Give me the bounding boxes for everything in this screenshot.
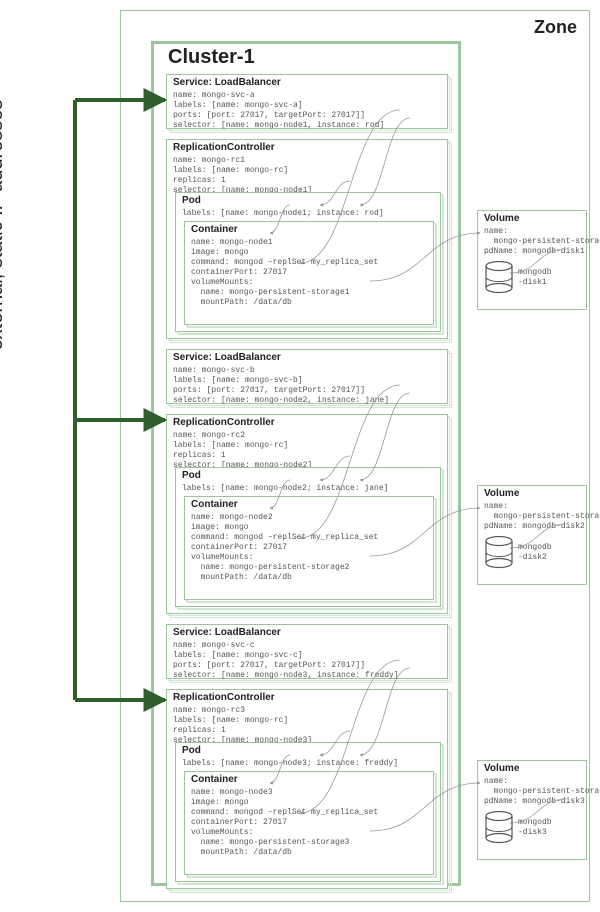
replicationcontroller-box-1-line: labels: [name: mongo-rc] — [173, 166, 441, 176]
service-box-2-line: selector: [name: mongo-node2, instance: … — [173, 396, 441, 406]
container-box-1: Containername: mongo-node1image: mongoco… — [184, 221, 434, 325]
replicationcontroller-box-3-line: replicas: 1 — [173, 726, 441, 736]
container-box-1-line: name: mongo-node1 — [191, 238, 427, 248]
pod-box-3-title: Pod — [182, 745, 434, 758]
container-box-3-line: volumeMounts: — [191, 828, 427, 838]
service-box-1-line: ports: [port: 27017, targetPort: 27017]] — [173, 111, 441, 121]
container-box-2-line: mountPath: /data/db — [191, 573, 427, 583]
side-caption: Internal Replica Set messaging uses exte… — [0, 0, 8, 460]
volume-box-2-line: pdName: mongodb-disk2 — [484, 522, 580, 532]
container-box-3-line: command: mongod –replSet my_replica_set — [191, 808, 427, 818]
service-box-1-line: labels: [name: mongo-svc-a] — [173, 101, 441, 111]
container-box-2-line: volumeMounts: — [191, 553, 427, 563]
pod-box-2-line: labels: [name: mongo-node2; instance: ja… — [182, 484, 434, 494]
volume-box-2-line: name: — [484, 502, 580, 512]
container-box-1-line: command: mongod –replSet my_replica_set — [191, 258, 427, 268]
volume-box-1: Volumename: mongo-persistent-storage1pdN… — [477, 210, 587, 310]
replicationcontroller-box-2-line: replicas: 1 — [173, 451, 441, 461]
container-box-3-line: mountPath: /data/db — [191, 848, 427, 858]
zone-label: Zone — [534, 17, 577, 38]
volume-box-3-line: name: — [484, 777, 580, 787]
container-box-3-line: image: mongo — [191, 798, 427, 808]
pod-box-1: Podlabels: [name: mongo-node1; instance:… — [175, 192, 441, 332]
volume-box-3-line: pdName: mongodb-disk3 — [484, 797, 580, 807]
volume-box-2-line: mongo-persistent-storage2 — [484, 512, 580, 522]
service-box-1-line: selector: [name: mongo-node1, instance: … — [173, 121, 441, 131]
container-box-2-line: command: mongod –replSet my_replica_set — [191, 533, 427, 543]
volume-box-3-title: Volume — [484, 763, 580, 776]
service-box-3-line: labels: [name: mongo-svc-c] — [173, 651, 441, 661]
container-box-2-line: containerPort: 27017 — [191, 543, 427, 553]
container-box-3-line: name: mongo-persistent-storage3 — [191, 838, 427, 848]
volume-box-3: Volumename: mongo-persistent-storage3pdN… — [477, 760, 587, 860]
side-caption-line2: external, static IP addresses — [0, 0, 8, 460]
disk-label: mongodb-disk3 — [518, 818, 552, 838]
service-box-2-line: ports: [port: 27017, targetPort: 27017]] — [173, 386, 441, 396]
disk-label: mongodb-disk1 — [518, 268, 552, 288]
volume-box-1-title: Volume — [484, 213, 580, 226]
pod-box-1-line: labels: [name: mongo-node1; instance: ro… — [182, 209, 434, 219]
service-box-1-line: name: mongo-svc-a — [173, 91, 441, 101]
zone-region: Zone Cluster-1 Service: LoadBalancername… — [120, 10, 590, 902]
volume-box-1-line: mongo-persistent-storage1 — [484, 237, 580, 247]
container-box-2-line: image: mongo — [191, 523, 427, 533]
service-box-2-line: name: mongo-svc-b — [173, 366, 441, 376]
pod-box-2-title: Pod — [182, 470, 434, 483]
disk-label: mongodb-disk2 — [518, 543, 552, 563]
replicationcontroller-box-2: ReplicationControllername: mongo-rc2labe… — [166, 414, 448, 614]
container-box-3: Containername: mongo-node3image: mongoco… — [184, 771, 434, 875]
service-box-2-line: labels: [name: mongo-svc-b] — [173, 376, 441, 386]
volume-box-3-line: mongo-persistent-storage3 — [484, 787, 580, 797]
service-box-1: Service: LoadBalancername: mongo-svc-ala… — [166, 74, 448, 129]
container-box-3-line: containerPort: 27017 — [191, 818, 427, 828]
container-box-1-line: mountPath: /data/db — [191, 298, 427, 308]
service-box-3-line: ports: [port: 27017, targetPort: 27017]] — [173, 661, 441, 671]
service-box-3-title: Service: LoadBalancer — [173, 627, 441, 640]
service-box-2-title: Service: LoadBalancer — [173, 352, 441, 365]
container-box-2-line: name: mongo-persistent-storage2 — [191, 563, 427, 573]
container-box-3-line: name: mongo-node3 — [191, 788, 427, 798]
container-box-1-line: containerPort: 27017 — [191, 268, 427, 278]
container-box-1-line: name: mongo-persistent-storage1 — [191, 288, 427, 298]
cluster-region: Cluster-1 Service: LoadBalancername: mon… — [151, 41, 461, 886]
container-box-2-title: Container — [191, 499, 427, 512]
database-icon — [484, 811, 514, 845]
pod-box-1-title: Pod — [182, 195, 434, 208]
replicationcontroller-box-1-line: replicas: 1 — [173, 176, 441, 186]
container-box-1-line: volumeMounts: — [191, 278, 427, 288]
pod-box-3-line: labels: [name: mongo-node3; instance: fr… — [182, 759, 434, 769]
database-icon — [484, 261, 514, 295]
container-box-1-line: image: mongo — [191, 248, 427, 258]
replicationcontroller-box-1-line: name: mongo-rc1 — [173, 156, 441, 166]
replicationcontroller-box-3: ReplicationControllername: mongo-rc3labe… — [166, 689, 448, 889]
service-box-3-line: name: mongo-svc-c — [173, 641, 441, 651]
replicationcontroller-box-3-line: name: mongo-rc3 — [173, 706, 441, 716]
cluster-title: Cluster-1 — [168, 46, 255, 69]
replicationcontroller-box-3-line: labels: [name: mongo-rc] — [173, 716, 441, 726]
replicationcontroller-box-1-title: ReplicationController — [173, 142, 441, 155]
replicationcontroller-box-1: ReplicationControllername: mongo-rc1labe… — [166, 139, 448, 339]
service-box-1-title: Service: LoadBalancer — [173, 77, 441, 90]
volume-box-1-line: name: — [484, 227, 580, 237]
database-icon — [484, 536, 514, 570]
service-box-3-line: selector: [name: mongo-node3, instance: … — [173, 671, 441, 681]
service-box-2: Service: LoadBalancername: mongo-svc-bla… — [166, 349, 448, 404]
container-box-1-title: Container — [191, 224, 427, 237]
service-box-3: Service: LoadBalancername: mongo-svc-cla… — [166, 624, 448, 679]
volume-box-2-title: Volume — [484, 488, 580, 501]
replicationcontroller-box-2-line: name: mongo-rc2 — [173, 431, 441, 441]
volume-box-2: Volumename: mongo-persistent-storage2pdN… — [477, 485, 587, 585]
container-box-2-line: name: mongo-node2 — [191, 513, 427, 523]
replicationcontroller-box-2-title: ReplicationController — [173, 417, 441, 430]
pod-box-2: Podlabels: [name: mongo-node2; instance:… — [175, 467, 441, 607]
container-box-2: Containername: mongo-node2image: mongoco… — [184, 496, 434, 600]
replicationcontroller-box-3-title: ReplicationController — [173, 692, 441, 705]
replicationcontroller-box-2-line: labels: [name: mongo-rc] — [173, 441, 441, 451]
volume-box-1-line: pdName: mongodb-disk1 — [484, 247, 580, 257]
pod-box-3: Podlabels: [name: mongo-node3; instance:… — [175, 742, 441, 882]
container-box-3-title: Container — [191, 774, 427, 787]
